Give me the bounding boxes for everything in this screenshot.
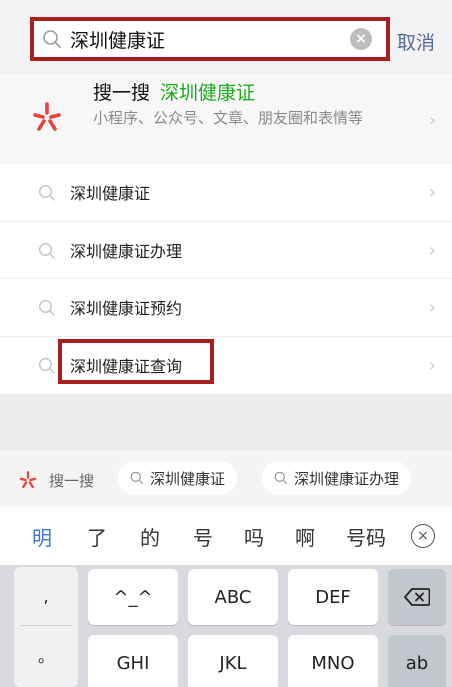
sousou-description: 小程序、公众号、文章、朋友圈和表情等 xyxy=(93,109,364,127)
backspace-icon xyxy=(404,588,430,606)
chevron-right-icon: › xyxy=(428,110,436,131)
search-icon xyxy=(130,471,144,485)
suggestion-item[interactable]: 深圳健康证 › xyxy=(0,164,452,222)
ime-candidate[interactable]: 吗 xyxy=(244,522,264,551)
punctuation-column: , 。 xyxy=(14,567,78,687)
search-icon xyxy=(38,184,56,206)
backspace-key[interactable] xyxy=(388,569,446,625)
suggestion-label: 深圳健康证预约 xyxy=(70,299,183,319)
search-input[interactable] xyxy=(68,28,350,50)
clear-icon[interactable]: × xyxy=(350,28,372,50)
related-chip[interactable]: 深圳健康证 xyxy=(118,461,238,495)
key-period[interactable]: 。 xyxy=(14,626,78,684)
key-def[interactable]: DEF xyxy=(288,569,378,625)
ime-candidate[interactable]: 号码 xyxy=(346,522,386,551)
key-switch-layout[interactable]: ab xyxy=(388,635,446,687)
ime-candidate[interactable]: 明 xyxy=(32,522,52,551)
chevron-right-icon: › xyxy=(428,297,436,318)
suggestion-label: 深圳健康证查询 xyxy=(70,357,183,377)
chevron-right-icon: › xyxy=(428,354,436,376)
ime-candidate[interactable]: 了 xyxy=(87,522,107,551)
related-chip[interactable]: 深圳健康证办理 xyxy=(262,461,412,495)
suggestion-label: 深圳健康证 xyxy=(70,184,151,204)
search-bar: × 取消 xyxy=(0,0,452,74)
search-box[interactable]: × xyxy=(30,17,390,61)
key-ghi[interactable]: GHI xyxy=(88,635,178,687)
close-icon[interactable]: × xyxy=(411,524,435,548)
suggestion-label: 深圳健康证办理 xyxy=(70,241,183,261)
suggestion-item[interactable]: 深圳健康证办理 › xyxy=(0,222,452,279)
chevron-right-icon: › xyxy=(428,239,436,261)
key-abc[interactable]: ABC xyxy=(188,569,278,625)
suggestion-list: 深圳健康证 › 深圳健康证办理 › 深圳健康证预约 › 深圳健康证查询 › xyxy=(0,164,452,394)
empty-area xyxy=(0,394,452,450)
related-chip-label: 深圳健康证办理 xyxy=(294,469,400,488)
search-icon xyxy=(274,471,288,485)
sousou-title-label: 搜一搜 xyxy=(93,82,151,104)
sousou-keyword: 深圳健康证 xyxy=(160,82,256,104)
key-mno[interactable]: MNO xyxy=(288,635,378,687)
search-icon xyxy=(38,299,56,321)
search-icon xyxy=(38,24,68,54)
related-label: 搜一搜 xyxy=(49,472,95,490)
keyboard: , 。 ^_^ ABC DEF GHI JKL MNO ab xyxy=(0,565,452,687)
ime-candidate[interactable]: 的 xyxy=(140,522,160,551)
cancel-button[interactable]: 取消 xyxy=(397,28,435,55)
related-chip-label: 深圳健康证 xyxy=(150,469,226,488)
chevron-right-icon: › xyxy=(428,182,436,203)
search-icon xyxy=(38,242,56,264)
related-search-bar: 搜一搜 深圳健康证 深圳健康证办理 xyxy=(0,450,452,507)
sousou-title: 搜一搜 深圳健康证 xyxy=(93,78,255,105)
sousou-logo-icon xyxy=(30,100,64,138)
search-icon xyxy=(38,357,56,379)
suggestion-item[interactable]: 深圳健康证查询 › xyxy=(0,337,452,395)
key-jkl[interactable]: JKL xyxy=(188,635,278,687)
ime-candidate[interactable]: 啊 xyxy=(295,522,315,551)
ime-candidate-bar: 明 了 的 号 吗 啊 号码 × xyxy=(0,507,452,565)
suggestion-item[interactable]: 深圳健康证预约 › xyxy=(0,279,452,337)
sousou-card[interactable]: 搜一搜 深圳健康证 小程序、公众号、文章、朋友圈和表情等 › xyxy=(0,74,452,164)
sousou-logo-icon xyxy=(18,470,38,494)
ime-candidate[interactable]: 号 xyxy=(193,522,213,551)
key-comma[interactable]: , xyxy=(14,567,78,625)
key-emoticon[interactable]: ^_^ xyxy=(88,569,178,625)
